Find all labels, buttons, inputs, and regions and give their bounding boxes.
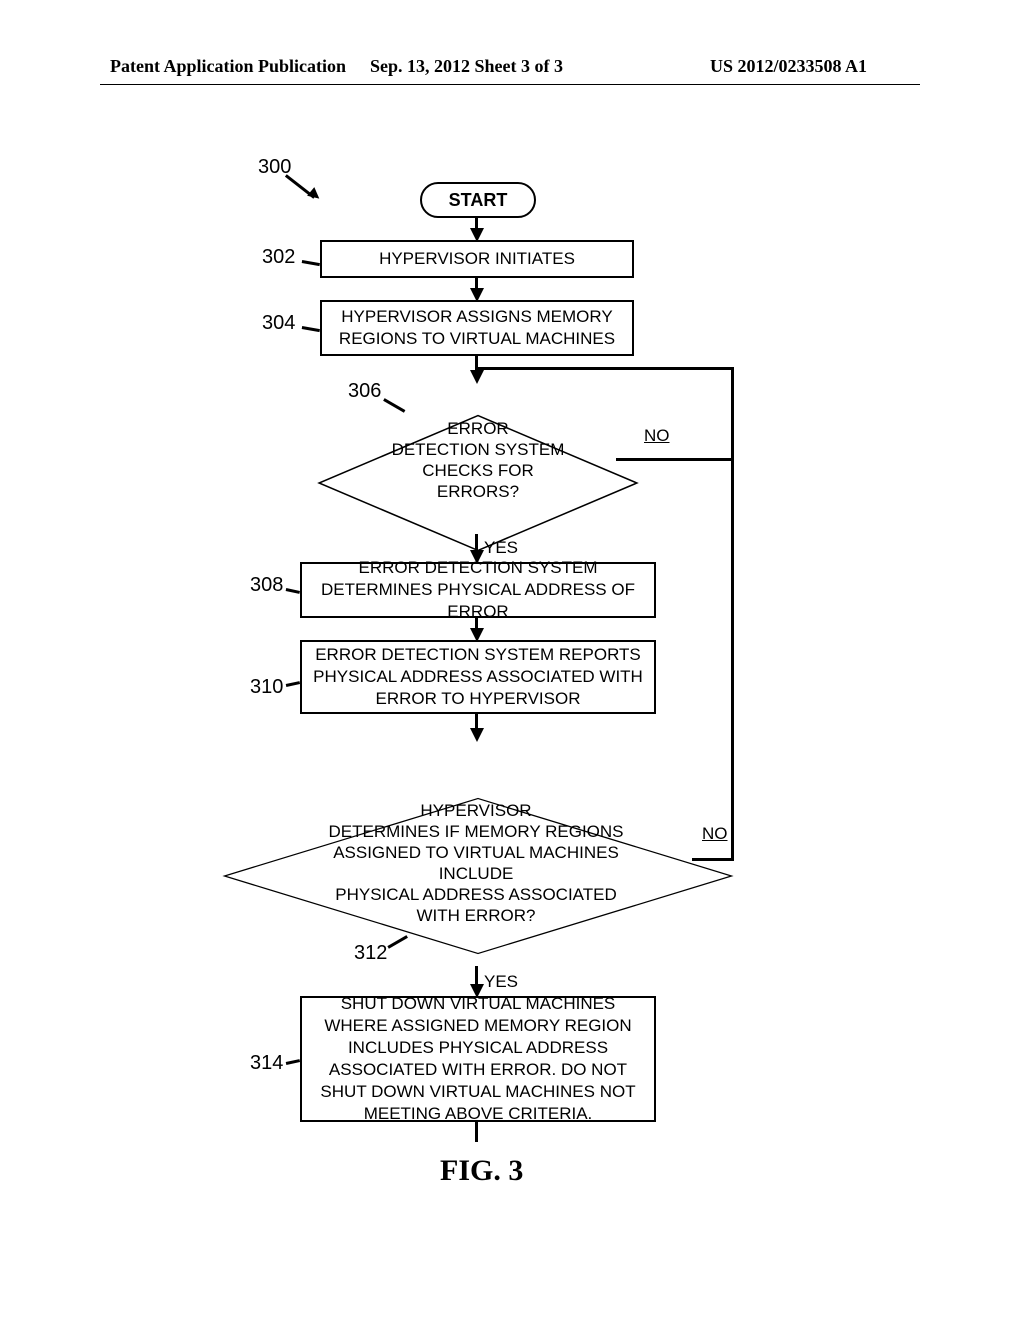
callout-306 xyxy=(383,398,405,412)
callout-314 xyxy=(286,1059,300,1064)
start-terminator: START xyxy=(420,182,536,218)
no-306-h xyxy=(616,458,732,461)
step-302-text: HYPERVISOR INITIATES xyxy=(379,248,575,270)
ref-312-label: 312 xyxy=(354,942,387,965)
no-312-h xyxy=(692,858,734,861)
figure-label: FIG. 3 xyxy=(440,1154,523,1188)
header-left: Patent Application Publication xyxy=(110,56,346,77)
no-label-312: NO xyxy=(702,824,728,844)
yes-label-306: YES xyxy=(484,538,518,558)
yes-label-312: YES xyxy=(484,972,518,992)
callout-302 xyxy=(302,260,320,266)
ref-304-label: 304 xyxy=(262,312,295,335)
no-306-v xyxy=(731,367,734,460)
ref-308-label: 308 xyxy=(250,574,283,597)
step-310-text: ERROR DETECTION SYSTEM REPORTS PHYSICAL … xyxy=(310,644,646,710)
arrow-314-exit xyxy=(475,1122,478,1142)
start-label: START xyxy=(449,190,508,210)
patent-page: Patent Application Publication Sep. 13, … xyxy=(0,0,1024,1320)
step-308-text: ERROR DETECTION SYSTEM DETERMINES PHYSIC… xyxy=(310,557,646,623)
ref-302-label: 302 xyxy=(262,246,295,269)
flowchart: 300 START HYPERVISOR INITIATES 302 HYPER… xyxy=(0,140,1024,1220)
header-center: Sep. 13, 2012 Sheet 3 of 3 xyxy=(370,56,563,77)
ref-306-label: 306 xyxy=(348,380,381,403)
arrowhead-300 xyxy=(307,187,323,203)
callout-308 xyxy=(286,588,300,593)
ref-310-label: 310 xyxy=(250,676,283,699)
step-304-box: HYPERVISOR ASSIGNS MEMORY REGIONS TO VIR… xyxy=(320,300,634,356)
ref-314-label: 314 xyxy=(250,1052,283,1075)
step-304-text: HYPERVISOR ASSIGNS MEMORY REGIONS TO VIR… xyxy=(330,306,624,350)
header-rule xyxy=(100,84,920,85)
step-302-box: HYPERVISOR INITIATES xyxy=(320,240,634,278)
step-314-text: SHUT DOWN VIRTUAL MACHINES WHERE ASSIGNE… xyxy=(310,993,646,1125)
header-right: US 2012/0233508 A1 xyxy=(710,56,867,77)
step-308-box: ERROR DETECTION SYSTEM DETERMINES PHYSIC… xyxy=(300,562,656,618)
loop-merge-h xyxy=(476,367,734,370)
arrowhead-304-306 xyxy=(470,370,484,384)
decision-312-text: HYPERVISORDETERMINES IF MEMORY REGIONSAS… xyxy=(296,800,656,926)
callout-312 xyxy=(387,935,407,948)
decision-306-text: ERRORDETECTION SYSTEMCHECKS FORERRORS? xyxy=(390,418,566,502)
no-label-306: NO xyxy=(644,426,670,446)
callout-310 xyxy=(286,681,300,686)
step-314-box: SHUT DOWN VIRTUAL MACHINES WHERE ASSIGNE… xyxy=(300,996,656,1122)
step-310-box: ERROR DETECTION SYSTEM REPORTS PHYSICAL … xyxy=(300,640,656,714)
callout-304 xyxy=(302,326,320,332)
no-312-v xyxy=(731,458,734,860)
arrowhead-310-312 xyxy=(470,728,484,742)
